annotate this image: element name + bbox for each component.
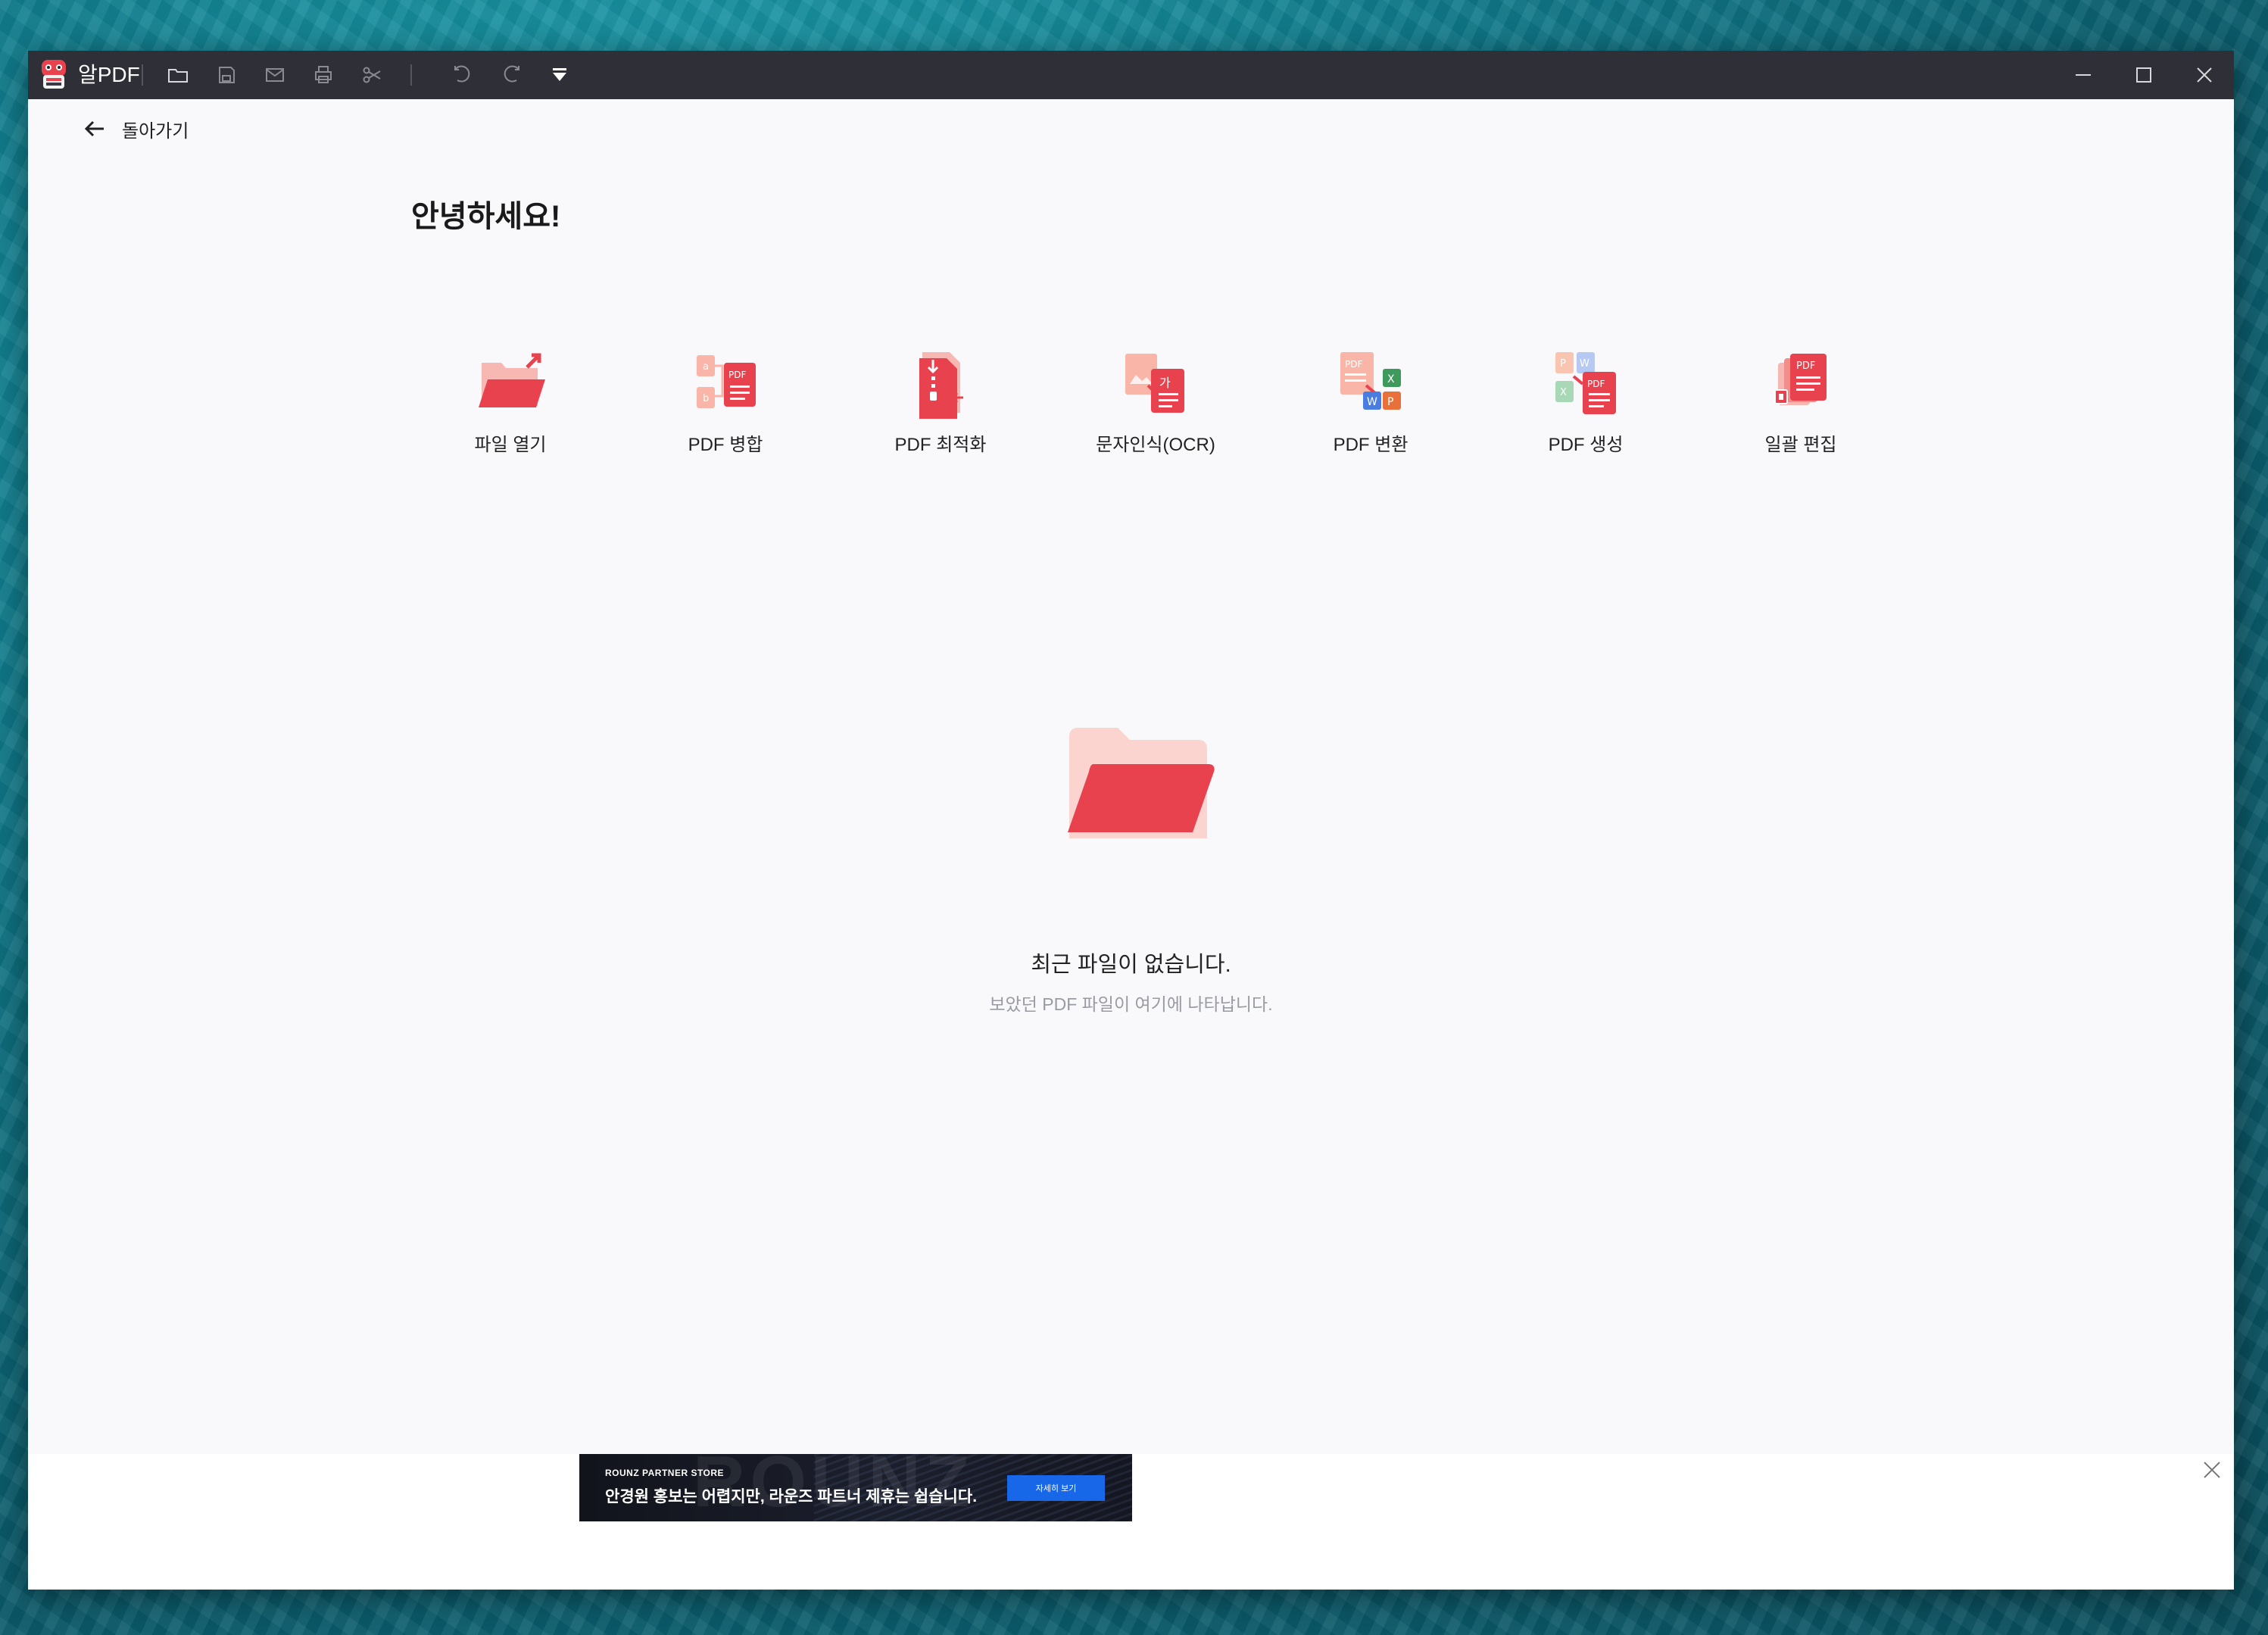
mail-icon[interactable]	[261, 61, 289, 89]
scissors-icon[interactable]	[358, 61, 385, 89]
svg-text:PDF: PDF	[1345, 359, 1362, 370]
ad-details-button[interactable]: 자세히 보기	[1007, 1475, 1105, 1501]
tool-label: 일괄 편집	[1764, 435, 1837, 455]
maximize-button[interactable]	[2121, 58, 2167, 92]
pdf-convert-icon: PDF X W P	[1340, 352, 1401, 410]
tool-pdf-create[interactable]: P W X PDF PDF 생성	[1502, 346, 1669, 460]
svg-text:PDF: PDF	[1587, 379, 1605, 389]
svg-text:a: a	[703, 361, 709, 373]
ad-area: ROUNZ ROUNZ PARTNER STORE 안경원 홍보는 어렵지만, …	[28, 1454, 2234, 1590]
ad-banner[interactable]: ROUNZ ROUNZ PARTNER STORE 안경원 홍보는 어렵지만, …	[579, 1454, 1132, 1521]
tool-label: PDF 생성	[1548, 435, 1624, 455]
minimize-button[interactable]	[2061, 58, 2106, 92]
svg-text:W: W	[1580, 358, 1589, 370]
save-icon[interactable]	[213, 61, 240, 89]
svg-text:P: P	[1560, 358, 1566, 370]
print-icon[interactable]	[310, 61, 337, 89]
empty-state-subtitle: 보았던 PDF 파일이 여기에 나타납니다.	[989, 994, 1273, 1014]
svg-text:b: b	[703, 393, 709, 404]
tool-pdf-merge[interactable]: a b PDF PDF 병합	[642, 346, 809, 460]
svg-text:W: W	[1367, 396, 1377, 408]
close-button[interactable]	[2182, 58, 2227, 92]
pdf-merge-icon: a b PDF	[697, 355, 756, 408]
ad-brand: ROUNZ PARTNER STORE	[605, 1468, 725, 1478]
tool-batch-edit[interactable]: PDF 일괄 편집	[1717, 346, 1884, 460]
redo-icon[interactable]	[498, 61, 525, 89]
tool-pdf-optimize[interactable]: PDF 최적화	[857, 346, 1024, 460]
tool-open-file[interactable]: 파일 열기	[427, 346, 594, 460]
ad-close-button[interactable]	[2201, 1459, 2226, 1484]
app-window: 알PDF 돌아가기 안녕하세요! 파일 열기 a b PDF PDF 병합 PD…	[28, 51, 2234, 1590]
back-label: 돌아가기	[122, 120, 189, 142]
ocr-icon: 가	[1125, 354, 1184, 413]
tool-label: PDF 최적화	[894, 435, 987, 455]
svg-text:PDF: PDF	[1796, 360, 1815, 372]
folder-open-icon	[479, 353, 545, 407]
empty-folder-icon	[1068, 728, 1215, 838]
pdf-optimize-icon	[919, 352, 963, 419]
pdf-create-icon: P W X PDF	[1555, 352, 1616, 414]
toolbar-divider	[410, 64, 412, 86]
svg-text:X: X	[1560, 387, 1567, 398]
app-title: 알PDF	[78, 63, 140, 86]
back-button[interactable]: 돌아가기	[81, 114, 189, 144]
tool-pdf-convert[interactable]: PDF X W P PDF 변환	[1287, 346, 1454, 460]
close-icon	[2204, 1462, 2220, 1478]
tool-ocr[interactable]: 가 문자인식(OCR)	[1072, 346, 1239, 460]
svg-text:가: 가	[1159, 376, 1171, 390]
ad-text: 안경원 홍보는 어렵지만, 라운즈 파트너 제휴는 쉽습니다.	[605, 1488, 978, 1506]
svg-text:P: P	[1387, 396, 1393, 408]
tool-label: 파일 열기	[474, 435, 547, 455]
open-folder-icon[interactable]	[164, 61, 192, 89]
undo-icon[interactable]	[449, 61, 476, 89]
empty-state-title: 최근 파일이 없습니다.	[1031, 953, 1231, 977]
svg-text:PDF: PDF	[728, 370, 746, 380]
svg-text:X: X	[1387, 373, 1395, 385]
arrow-left-icon	[84, 120, 104, 137]
page-title: 안녕하세요!	[411, 200, 561, 233]
title-bar: 알PDF	[28, 51, 2234, 99]
tool-label: 문자인식(OCR)	[1096, 435, 1215, 455]
batch-edit-icon: PDF	[1774, 354, 1827, 405]
toolbar-divider	[142, 64, 143, 86]
app-logo-icon	[42, 60, 66, 89]
tool-label: PDF 변환	[1333, 435, 1409, 455]
tool-label: PDF 병합	[688, 435, 763, 455]
toolbar-dropdown-icon[interactable]	[546, 61, 573, 89]
